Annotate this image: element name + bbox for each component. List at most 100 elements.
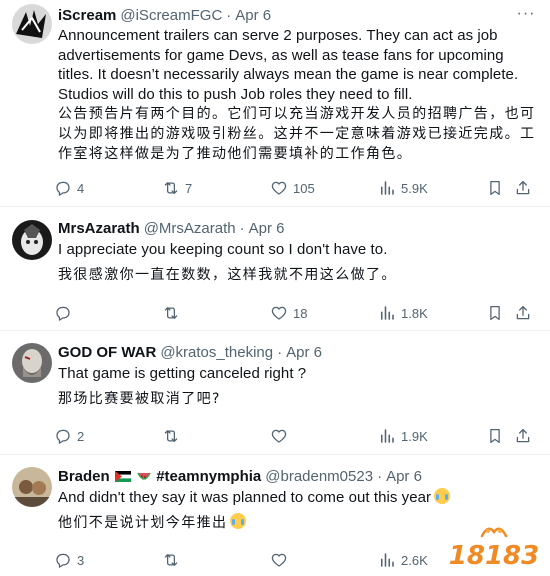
reply-icon — [54, 427, 72, 445]
tweet-text-english: That game is getting canceled right ? — [58, 365, 307, 382]
action-bar: 2 1.9K — [50, 424, 536, 448]
tweet-header: iScream @iScreamFGC · Apr 6 — [58, 6, 510, 26]
view-count: 1.8K — [401, 305, 428, 321]
avatar[interactable] — [12, 220, 52, 260]
site-watermark-logo: 18183 — [444, 522, 544, 572]
tweet-text-chinese: 公告预告片有两个目的。它们可以充当游戏开发人员的招聘广告，也可以为即将推出的游戏… — [58, 106, 536, 162]
avatar[interactable] — [12, 467, 52, 507]
action-bar: 18 1.8K — [50, 301, 536, 325]
share-icon — [514, 304, 532, 322]
reply-count: 3 — [77, 552, 85, 568]
retweet-icon — [162, 551, 180, 569]
heart-icon — [270, 551, 288, 569]
reply-count: 4 — [77, 180, 85, 196]
like-button[interactable]: 105 — [270, 176, 315, 200]
more-dots-icon[interactable]: ··· — [516, 4, 536, 24]
views-button[interactable]: 2.6K — [378, 548, 428, 572]
bookmark-button[interactable] — [486, 176, 504, 200]
views-chart-icon — [378, 304, 396, 322]
share-button[interactable] — [514, 176, 532, 200]
separator: · — [226, 7, 232, 24]
tweet-text-chinese: 我很感激你一直在数数，这样我就不用这么做了。 — [58, 267, 397, 283]
bookmark-button[interactable] — [486, 301, 504, 325]
reply-count: 2 — [77, 428, 85, 444]
views-chart-icon — [378, 427, 396, 445]
reply-icon — [54, 551, 72, 569]
tweet-text-chinese-body: 他们不是说计划今年推出 — [58, 515, 228, 531]
tweet-date[interactable]: Apr 6 — [286, 343, 322, 363]
tweet-text-chinese: 那场比赛要被取消了吧? — [58, 391, 221, 407]
retweet-icon — [162, 427, 180, 445]
heart-icon — [270, 179, 288, 197]
separator: · — [377, 468, 383, 485]
reply-icon — [54, 179, 72, 197]
view-count: 1.9K — [401, 428, 428, 444]
crying-face-icon — [230, 513, 247, 529]
views-button[interactable]: 1.8K — [378, 301, 428, 325]
tweet-text-english: I appreciate you keeping count so I don'… — [58, 241, 388, 258]
view-count: 2.6K — [401, 552, 428, 568]
display-name-suffix: #teamnymphia — [156, 468, 262, 485]
like-button[interactable] — [270, 548, 293, 572]
avatar[interactable] — [12, 4, 52, 44]
like-count: 18 — [293, 305, 308, 321]
display-name-prefix: Braden — [58, 468, 110, 485]
views-chart-icon — [378, 179, 396, 197]
crying-face-icon — [434, 488, 451, 504]
tweet-1[interactable]: iScream @iScreamFGC · Apr 6 ··· Announce… — [0, 0, 550, 207]
bookmark-icon — [486, 179, 504, 197]
retweet-icon — [162, 179, 180, 197]
view-count: 5.9K — [401, 180, 428, 196]
watermelon-icon — [137, 472, 151, 480]
like-button[interactable]: 18 — [270, 301, 307, 325]
share-icon — [514, 427, 532, 445]
tweet-3[interactable]: GOD OF WAR @kratos_theking · Apr 6 That … — [0, 331, 550, 455]
views-chart-icon — [378, 551, 396, 569]
tweet-header: MrsAzarath @MrsAzarath · Apr 6 — [58, 219, 510, 239]
display-name[interactable]: Braden #teamnymphia — [58, 467, 261, 487]
palestine-flag-icon — [114, 471, 131, 482]
reply-button[interactable] — [54, 301, 77, 325]
reply-icon — [54, 304, 72, 322]
retweet-button[interactable] — [162, 301, 185, 325]
share-button[interactable] — [514, 424, 532, 448]
reply-button[interactable]: 2 — [54, 424, 84, 448]
separator: · — [239, 220, 245, 237]
tweet-header: Braden #teamnymphia @bradenm0523 · Apr 6 — [58, 467, 510, 487]
tweet-text-english: Announcement trailers can serve 2 purpos… — [58, 27, 519, 103]
tweet-date[interactable]: Apr 6 — [386, 467, 422, 487]
display-name[interactable]: GOD OF WAR — [58, 343, 156, 363]
retweet-button[interactable] — [162, 424, 185, 448]
user-handle[interactable]: @bradenm0523 — [265, 467, 373, 487]
bookmark-icon — [486, 304, 504, 322]
retweet-count: 7 — [185, 180, 193, 196]
heart-icon — [270, 427, 288, 445]
user-handle[interactable]: @iScreamFGC — [120, 6, 222, 26]
avatar[interactable] — [12, 343, 52, 383]
retweet-button[interactable]: 7 — [162, 176, 192, 200]
like-count: 105 — [293, 180, 315, 196]
tweet-text-english-body: And didn't they say it was planned to co… — [58, 489, 432, 506]
action-bar: 4 7 105 5.9K — [50, 176, 536, 200]
share-icon — [514, 179, 532, 197]
retweet-icon — [162, 304, 180, 322]
user-handle[interactable]: @kratos_theking — [160, 343, 273, 363]
reply-button[interactable]: 4 — [54, 176, 84, 200]
views-button[interactable]: 5.9K — [378, 176, 428, 200]
display-name[interactable]: MrsAzarath — [58, 219, 140, 239]
bookmark-button[interactable] — [486, 424, 504, 448]
heart-icon — [270, 304, 288, 322]
tweet-date[interactable]: Apr 6 — [235, 6, 271, 26]
views-button[interactable]: 1.9K — [378, 424, 428, 448]
reply-button[interactable]: 3 — [54, 548, 84, 572]
display-name[interactable]: iScream — [58, 6, 116, 26]
bookmark-icon — [486, 427, 504, 445]
share-button[interactable] — [514, 301, 532, 325]
retweet-button[interactable] — [162, 548, 185, 572]
tweet-date[interactable]: Apr 6 — [249, 219, 285, 239]
separator: · — [277, 344, 283, 361]
tweet-2[interactable]: MrsAzarath @MrsAzarath · Apr 6 I appreci… — [0, 207, 550, 331]
user-handle[interactable]: @MrsAzarath — [144, 219, 236, 239]
like-button[interactable] — [270, 424, 293, 448]
tweet-header: GOD OF WAR @kratos_theking · Apr 6 — [58, 343, 510, 363]
